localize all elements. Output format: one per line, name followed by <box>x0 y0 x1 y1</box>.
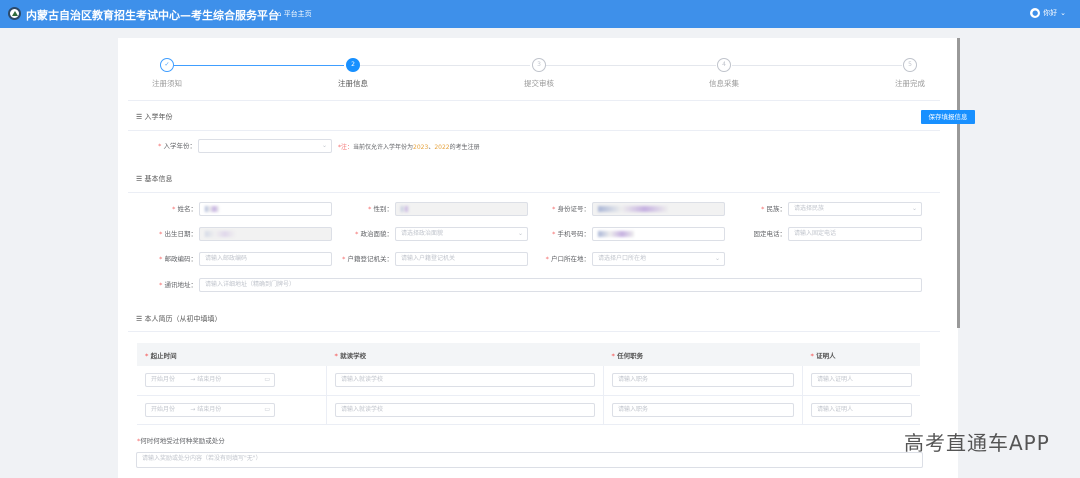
calendar-icon: ▭ <box>264 405 270 413</box>
section-label: 本人简历（从初中填填） <box>144 315 222 323</box>
chevron-down-icon: ⌄ <box>1060 9 1066 17</box>
year-select[interactable]: ⌄ <box>198 139 332 153</box>
idcard-label: * 身份证号： <box>552 205 590 213</box>
section-resume-title: ☰ 本人简历（从初中填填） <box>136 314 222 324</box>
top-header: 内蒙古自治区教育招生考试中心—考生综合服务平台 ⌂ 平台主页 ● 你好 ⌄ <box>0 0 1080 28</box>
school-input[interactable]: 请输入就读学校 <box>335 402 595 417</box>
step-label: 注册须知 <box>152 79 182 88</box>
political-label: * 政治面貌： <box>355 230 393 238</box>
nation-label: * 民族： <box>761 205 786 213</box>
divider <box>128 130 940 131</box>
step-number: 5 <box>903 58 917 72</box>
scrollbar[interactable] <box>957 38 960 328</box>
user-menu[interactable]: ● 你好 ⌄ <box>1030 8 1066 18</box>
table-row: 开始月份 → 结束月份 ▭ 请输入就读学校 请输入职务 请输入证明人 <box>137 395 920 425</box>
divider <box>128 192 940 193</box>
tel-input[interactable]: 请输入固定电话 <box>788 227 922 241</box>
divider <box>128 100 940 101</box>
calendar-icon: ▭ <box>264 376 270 384</box>
school-input[interactable]: 请输入就读学校 <box>335 373 595 388</box>
chevron-down-icon: ⌄ <box>911 205 917 212</box>
step-label: 提交审核 <box>524 79 554 88</box>
user-greeting: 你好 <box>1043 9 1058 17</box>
avatar-icon: ● <box>1030 8 1041 18</box>
chevron-down-icon: ⌄ <box>321 142 327 149</box>
table-header: * 起止时间 * 就读学校 * 任何职务 * 证明人 <box>137 343 920 366</box>
step-2: 2 注册信息 <box>313 58 393 89</box>
home-icon: ⌂ <box>277 10 282 18</box>
logo-icon <box>8 7 21 20</box>
masked-value <box>401 205 409 212</box>
step-1: ✓ 注册须知 <box>127 58 207 89</box>
year-note: *注：当前仅允许入学年份为2023、2022的考生注册 <box>338 144 480 151</box>
name-label: * 姓名： <box>172 205 197 213</box>
table-row: 开始月份 → 结束月份 ▭ 请输入就读学校 请输入职务 请输入证明人 <box>137 366 920 396</box>
hukou-label: * 户口所在地： <box>545 255 590 263</box>
date-range-picker[interactable]: 开始月份 → 结束月份 ▭ <box>145 373 275 388</box>
step-number: 4 <box>717 58 731 72</box>
birth-label: * 出生日期： <box>159 230 197 238</box>
hukou-select[interactable]: 请选择户口所在地 ⌄ <box>592 252 725 266</box>
col-header: * 就读学校 <box>326 343 604 366</box>
step-label: 信息采集 <box>709 79 739 88</box>
masked-value <box>205 230 235 237</box>
date-range-picker[interactable]: 开始月份 → 结束月份 ▭ <box>145 402 275 417</box>
resume-table: * 起止时间 * 就读学校 * 任何职务 * 证明人 开始月份 → 结束月份 ▭ … <box>137 343 920 425</box>
col-header: * 起止时间 <box>137 343 327 366</box>
address-input[interactable]: 请输入详细地址（精确到门牌号） <box>199 278 922 292</box>
step-label: 注册信息 <box>338 79 368 88</box>
gender-label: * 性别： <box>368 205 393 213</box>
masked-value <box>205 205 219 212</box>
witness-input[interactable]: 请输入证明人 <box>811 402 912 417</box>
duty-input[interactable]: 请输入职务 <box>612 373 794 388</box>
divider <box>128 331 940 332</box>
step-number: 3 <box>532 58 546 72</box>
hukou-office-label: * 户籍登记机关： <box>342 255 393 263</box>
step-3: 3 提交审核 <box>499 58 579 89</box>
section-basic-title: ☰ 基本信息 <box>136 174 173 184</box>
site-title: 内蒙古自治区教育招生考试中心—考生综合服务平台 <box>26 9 279 22</box>
col-header: * 证明人 <box>802 343 920 366</box>
section-label: 基本信息 <box>144 175 173 183</box>
year-label: * 入学年份： <box>158 142 196 150</box>
duty-input[interactable]: 请输入职务 <box>612 402 794 417</box>
section-year-title: ☰ 入学年份 <box>136 112 173 122</box>
address-label: * 通讯地址： <box>159 281 197 289</box>
reward-textarea[interactable]: 请输入奖励或处分内容（若没有则填写"无"） <box>136 452 923 468</box>
watermark: 高考直通车APP <box>904 431 1050 455</box>
chevron-down-icon: ⌄ <box>714 255 720 262</box>
masked-value <box>598 205 668 212</box>
step-5: 5 注册完成 <box>870 58 950 89</box>
list-icon: ☰ <box>136 315 143 323</box>
masked-value <box>598 230 634 237</box>
step-check-icon: ✓ <box>160 58 174 72</box>
witness-input[interactable]: 请输入证明人 <box>811 373 912 388</box>
section-label: 入学年份 <box>144 113 173 121</box>
nation-select[interactable]: 请选择民族 ⌄ <box>788 202 922 216</box>
step-4: 4 信息采集 <box>684 58 764 89</box>
step-number: 2 <box>346 58 360 72</box>
reward-label: *何时何地受过何种奖励或处分 <box>137 437 225 445</box>
list-icon: ☰ <box>136 113 143 121</box>
phone-label: * 手机号码： <box>552 230 590 238</box>
home-link[interactable]: ⌂ 平台主页 <box>277 9 312 19</box>
postcode-label: * 邮政编码： <box>159 255 197 263</box>
list-icon: ☰ <box>136 175 143 183</box>
tel-label: 固定电话： <box>753 230 787 238</box>
home-label: 平台主页 <box>283 10 312 18</box>
save-info-button[interactable]: 保存填报信息 <box>921 110 975 124</box>
step-label: 注册完成 <box>895 79 925 88</box>
col-header: * 任何职务 <box>603 343 803 366</box>
